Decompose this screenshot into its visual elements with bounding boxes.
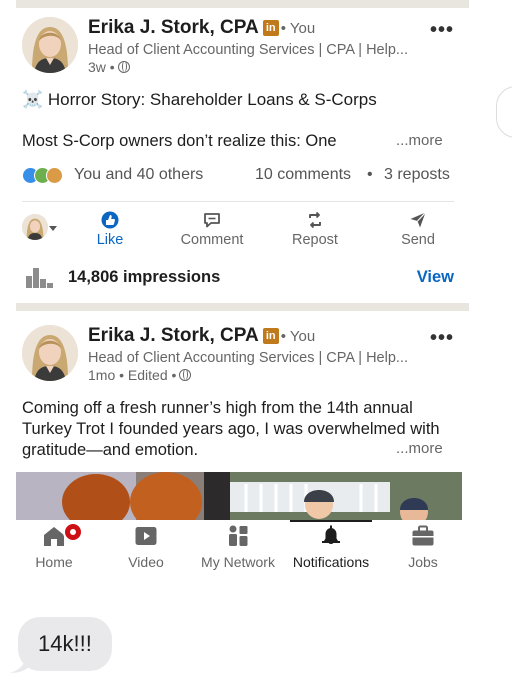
comment-label: Comment [180, 232, 244, 248]
author-name[interactable]: Erika J. Stork, CPA in • You [88, 17, 315, 39]
more-options-icon[interactable]: ••• [430, 327, 454, 350]
post-age: 1mo • Edited • [88, 367, 177, 383]
linkedin-premium-badge-icon: in [262, 20, 279, 36]
author-name[interactable]: Erika J. Stork, CPA in • You [88, 325, 315, 347]
chevron-down-icon[interactable] [49, 226, 57, 231]
author-headline: Head of Client Accounting Services | CPA… [88, 350, 408, 366]
social-counts: You and 40 others 10 comments • 3 repost… [22, 166, 458, 188]
globe-icon [117, 61, 130, 73]
home-icon [44, 527, 64, 546]
nav-jobs-label: Jobs [408, 554, 438, 570]
nav-my-network-label: My Network [201, 554, 275, 570]
support-reaction-icon [46, 167, 63, 184]
notification-badge [63, 522, 83, 542]
briefcase-icon [412, 525, 434, 546]
nav-video-label: Video [128, 554, 164, 570]
actor-avatar[interactable] [22, 214, 48, 240]
comments-count[interactable]: 10 comments [255, 166, 351, 184]
network-icon [229, 525, 248, 546]
repost-label: Repost [292, 232, 338, 248]
nav-jobs[interactable]: Jobs [398, 524, 448, 570]
bottom-navigation: Home Video My Network Notifications Jobs [0, 520, 470, 580]
post-body-line: Turkey Trot I founded years ago, I was o… [22, 420, 440, 438]
feed-divider [16, 303, 469, 311]
nav-notifications-label: Notifications [292, 554, 370, 570]
impressions-row[interactable]: 14,806 impressions View [22, 266, 458, 290]
repost-icon [309, 211, 321, 229]
post-body[interactable]: Most S-Corp owners don’t realize this: O… [22, 131, 337, 152]
author-avatar[interactable] [22, 17, 78, 73]
post-age: 3w • [88, 59, 115, 75]
see-more-link[interactable]: ...more [396, 132, 443, 149]
post-title: ☠️ Horror Story: Shareholder Loans & S-C… [22, 90, 377, 109]
post-image[interactable] [16, 472, 462, 520]
more-options-icon[interactable]: ••• [430, 19, 454, 42]
scroll-handle[interactable] [496, 86, 512, 138]
reactions-count[interactable]: You and 40 others [74, 166, 203, 184]
post-action-bar: Like Comment Repost Send [22, 210, 458, 250]
send-button[interactable]: Send [378, 210, 458, 248]
reposts-count[interactable]: 3 reposts [384, 166, 450, 184]
view-analytics-link[interactable]: View [417, 268, 454, 287]
relationship-label: • You [280, 328, 316, 345]
globe-icon [179, 369, 192, 381]
author-name-text[interactable]: Erika J. Stork, CPA [88, 325, 259, 346]
comment-button[interactable]: Comment [172, 210, 252, 248]
send-icon [410, 212, 426, 228]
active-tab-indicator [290, 520, 372, 522]
see-more-link[interactable]: ...more [396, 440, 443, 457]
linkedin-premium-badge-icon: in [262, 328, 279, 344]
post-meta: 1mo • Edited • [88, 367, 192, 383]
impressions-count: 14,806 impressions [68, 268, 221, 286]
nav-notifications[interactable]: Notifications [286, 524, 376, 570]
post-meta: 3w • [88, 59, 130, 75]
reaction-icons[interactable] [22, 167, 72, 185]
author-name-text[interactable]: Erika J. Stork, CPA [88, 17, 259, 38]
message-bubble[interactable]: 14k!!! [18, 617, 112, 671]
post-body-line: Coming off a fresh runner’s high from th… [22, 399, 413, 417]
count-separator: • [367, 166, 373, 183]
send-label: Send [401, 232, 435, 248]
nav-video[interactable]: Video [118, 524, 174, 570]
comment-icon [204, 213, 220, 228]
repost-button[interactable]: Repost [275, 210, 355, 248]
post-header[interactable]: Erika J. Stork, CPA in • You Head of Clien… [22, 17, 462, 77]
like-button[interactable]: Like [70, 210, 150, 248]
linkedin-feed: Erika J. Stork, CPA in • You Head of Clien… [0, 0, 470, 520]
post-header[interactable]: Erika J. Stork, CPA in • You Head of Clien… [22, 325, 462, 385]
analytics-bars-icon [26, 268, 53, 288]
video-icon [135, 527, 157, 545]
feed-divider [16, 0, 469, 8]
nav-home-label: Home [35, 554, 73, 570]
relationship-label: • You [280, 20, 316, 37]
like-icon [101, 211, 119, 229]
like-label: Like [96, 232, 124, 248]
bell-icon [322, 525, 340, 544]
author-avatar[interactable] [22, 325, 78, 381]
author-headline: Head of Client Accounting Services | CPA… [88, 42, 408, 58]
nav-my-network[interactable]: My Network [196, 524, 280, 570]
action-divider [22, 201, 454, 202]
